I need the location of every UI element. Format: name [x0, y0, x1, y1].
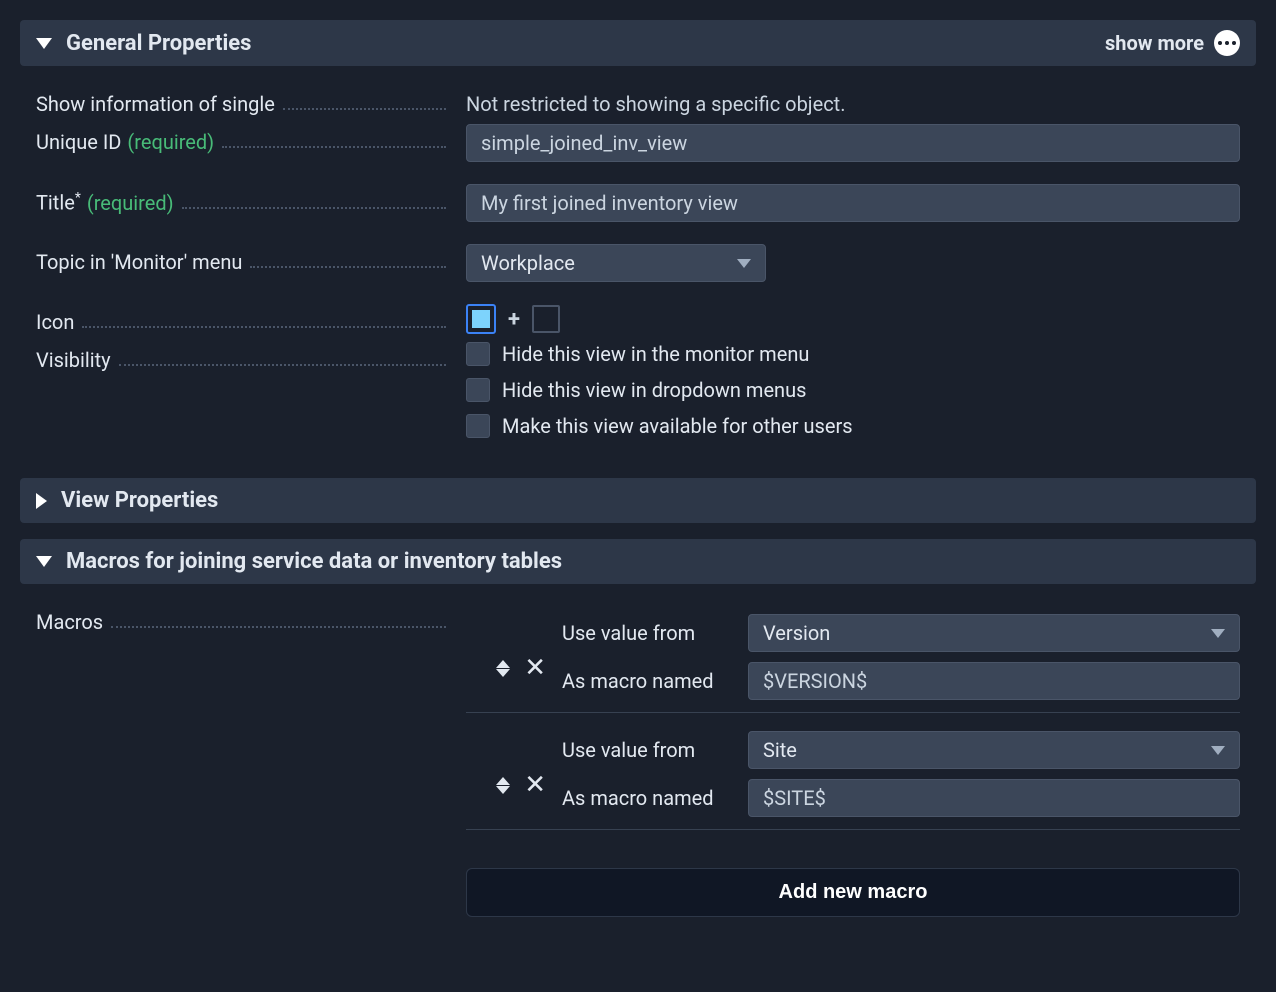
use-value-from-label: Use value from	[562, 621, 732, 645]
macros-section-title: Macros for joining service data or inven…	[66, 549, 562, 574]
macro-from-select[interactable]: Site	[748, 731, 1240, 769]
macros-section-body: Macros ✕ Use valu	[20, 600, 1256, 945]
chevron-down-icon	[1211, 629, 1225, 638]
remove-macro-button[interactable]: ✕	[524, 655, 546, 681]
topic-label: Topic in 'Monitor' menu	[36, 250, 242, 274]
general-section-body: Show information of single Not restricte…	[20, 82, 1256, 470]
chevron-down-icon	[737, 259, 751, 268]
view-section-title: View Properties	[61, 488, 218, 513]
title-label: Title*	[36, 190, 81, 215]
visibility-option-0: Hide this view in the monitor menu	[502, 342, 809, 366]
general-section-header[interactable]: General Properties show more	[20, 20, 1256, 66]
view-section-header[interactable]: View Properties	[20, 478, 1256, 523]
add-macro-button[interactable]: Add new macro	[466, 868, 1240, 917]
plus-icon: +	[508, 307, 520, 332]
visibility-option-1: Hide this view in dropdown menus	[502, 378, 806, 402]
show-info-label: Show information of single	[36, 92, 275, 116]
topic-select[interactable]: Workplace	[466, 244, 766, 282]
visibility-option-2: Make this view available for other users	[502, 414, 853, 438]
macro-row: ✕ Use value from Version A	[466, 604, 1240, 713]
icon-label: Icon	[36, 310, 74, 334]
macro-name-input[interactable]	[748, 662, 1240, 700]
show-info-value: Not restricted to showing a specific obj…	[466, 86, 1240, 116]
remove-macro-button[interactable]: ✕	[524, 772, 546, 798]
more-icon	[1214, 30, 1240, 56]
as-macro-named-label: As macro named	[562, 669, 732, 693]
visibility-checkbox-2[interactable]	[466, 414, 490, 438]
chevron-right-icon	[36, 493, 47, 509]
macro-row: ✕ Use value from Site As m	[466, 721, 1240, 830]
icon-empty-button[interactable]	[532, 305, 560, 333]
reorder-handle[interactable]	[496, 777, 510, 794]
macros-section-header[interactable]: Macros for joining service data or inven…	[20, 539, 1256, 584]
chevron-down-icon	[1211, 746, 1225, 755]
as-macro-named-label: As macro named	[562, 786, 732, 810]
macros-label: Macros	[36, 610, 103, 634]
visibility-checkbox-0[interactable]	[466, 342, 490, 366]
title-input[interactable]	[466, 184, 1240, 222]
macro-name-input[interactable]	[748, 779, 1240, 817]
general-section-title: General Properties	[66, 31, 251, 56]
chevron-down-icon	[36, 556, 52, 567]
macro-from-select[interactable]: Version	[748, 614, 1240, 652]
unique-id-label: Unique ID	[36, 130, 121, 154]
unique-id-input[interactable]	[466, 124, 1240, 162]
visibility-label: Visibility	[36, 348, 111, 372]
chevron-down-icon	[36, 38, 52, 49]
icon-selected[interactable]	[466, 304, 496, 334]
show-more-button[interactable]: show more	[1105, 30, 1240, 56]
reorder-handle[interactable]	[496, 660, 510, 677]
use-value-from-label: Use value from	[562, 738, 732, 762]
visibility-checkbox-1[interactable]	[466, 378, 490, 402]
